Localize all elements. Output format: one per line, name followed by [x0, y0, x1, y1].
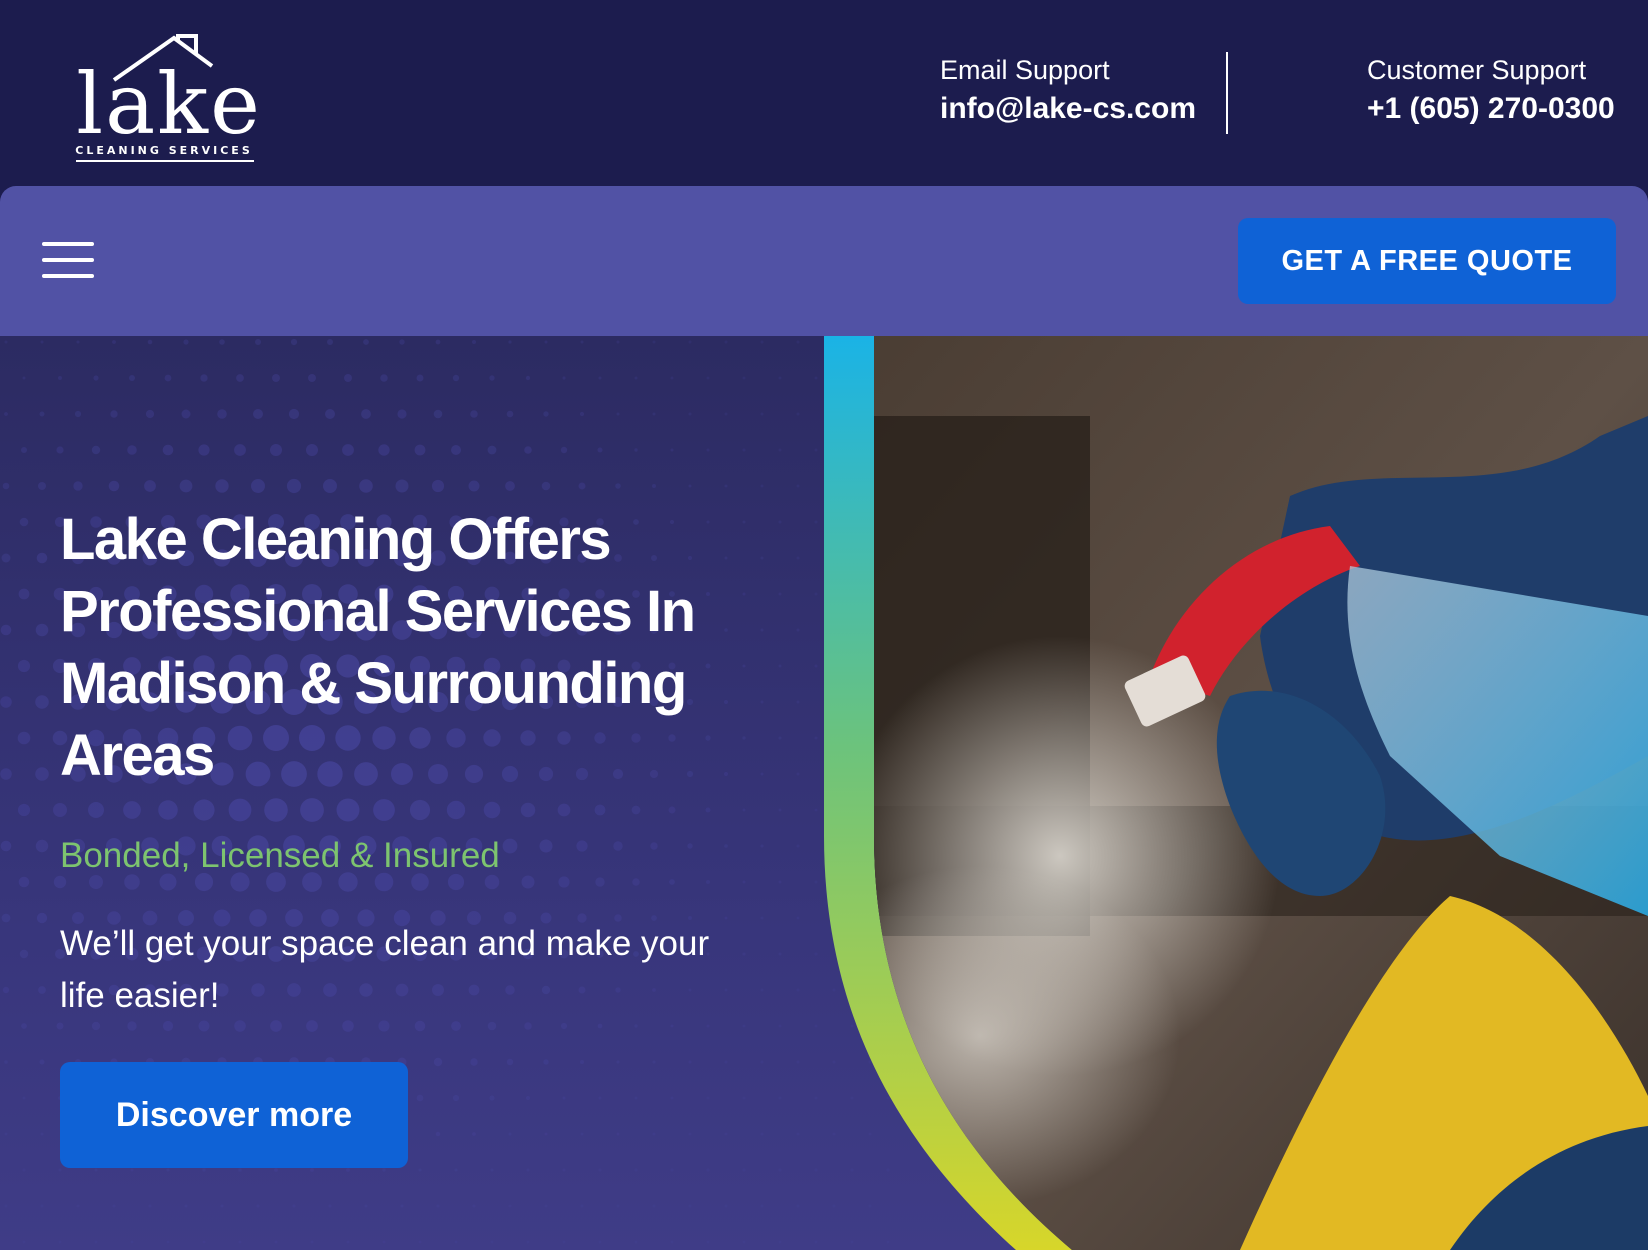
logo-tagline: CLEANING SERVICES: [75, 144, 253, 157]
customer-support: Customer Support +1 (605) 270-0300: [1367, 52, 1615, 130]
email-support-label: Email Support: [940, 55, 1110, 85]
discover-more-button[interactable]: Discover more: [60, 1062, 408, 1168]
logo-underline: [76, 160, 254, 162]
hero-tagline: Bonded, Licensed & Insured: [60, 836, 500, 875]
hero-description: We’ll get your space clean and make your…: [60, 924, 710, 1015]
header-divider: [1226, 52, 1228, 134]
phone-link[interactable]: +1 (605) 270-0300: [1367, 92, 1615, 125]
customer-support-label: Customer Support: [1367, 55, 1587, 85]
email-link[interactable]: info@lake-cs.com: [940, 92, 1196, 125]
email-support: Email Support info@lake-cs.com: [940, 52, 1196, 130]
logo-wordmark: lake: [76, 55, 262, 153]
top-header: lake CLEANING SERVICES Email Support inf…: [0, 0, 1648, 186]
get-free-quote-button[interactable]: GET A FREE QUOTE: [1238, 218, 1616, 304]
hero-section: Lake Cleaning Offers Professional Servic…: [0, 336, 1648, 1250]
hamburger-menu-icon[interactable]: [42, 240, 94, 280]
nav-bar: GET A FREE QUOTE: [0, 186, 1648, 336]
hero-title: Lake Cleaning Offers Professional Servic…: [60, 507, 696, 788]
company-logo[interactable]: lake CLEANING SERVICES: [74, 34, 264, 166]
